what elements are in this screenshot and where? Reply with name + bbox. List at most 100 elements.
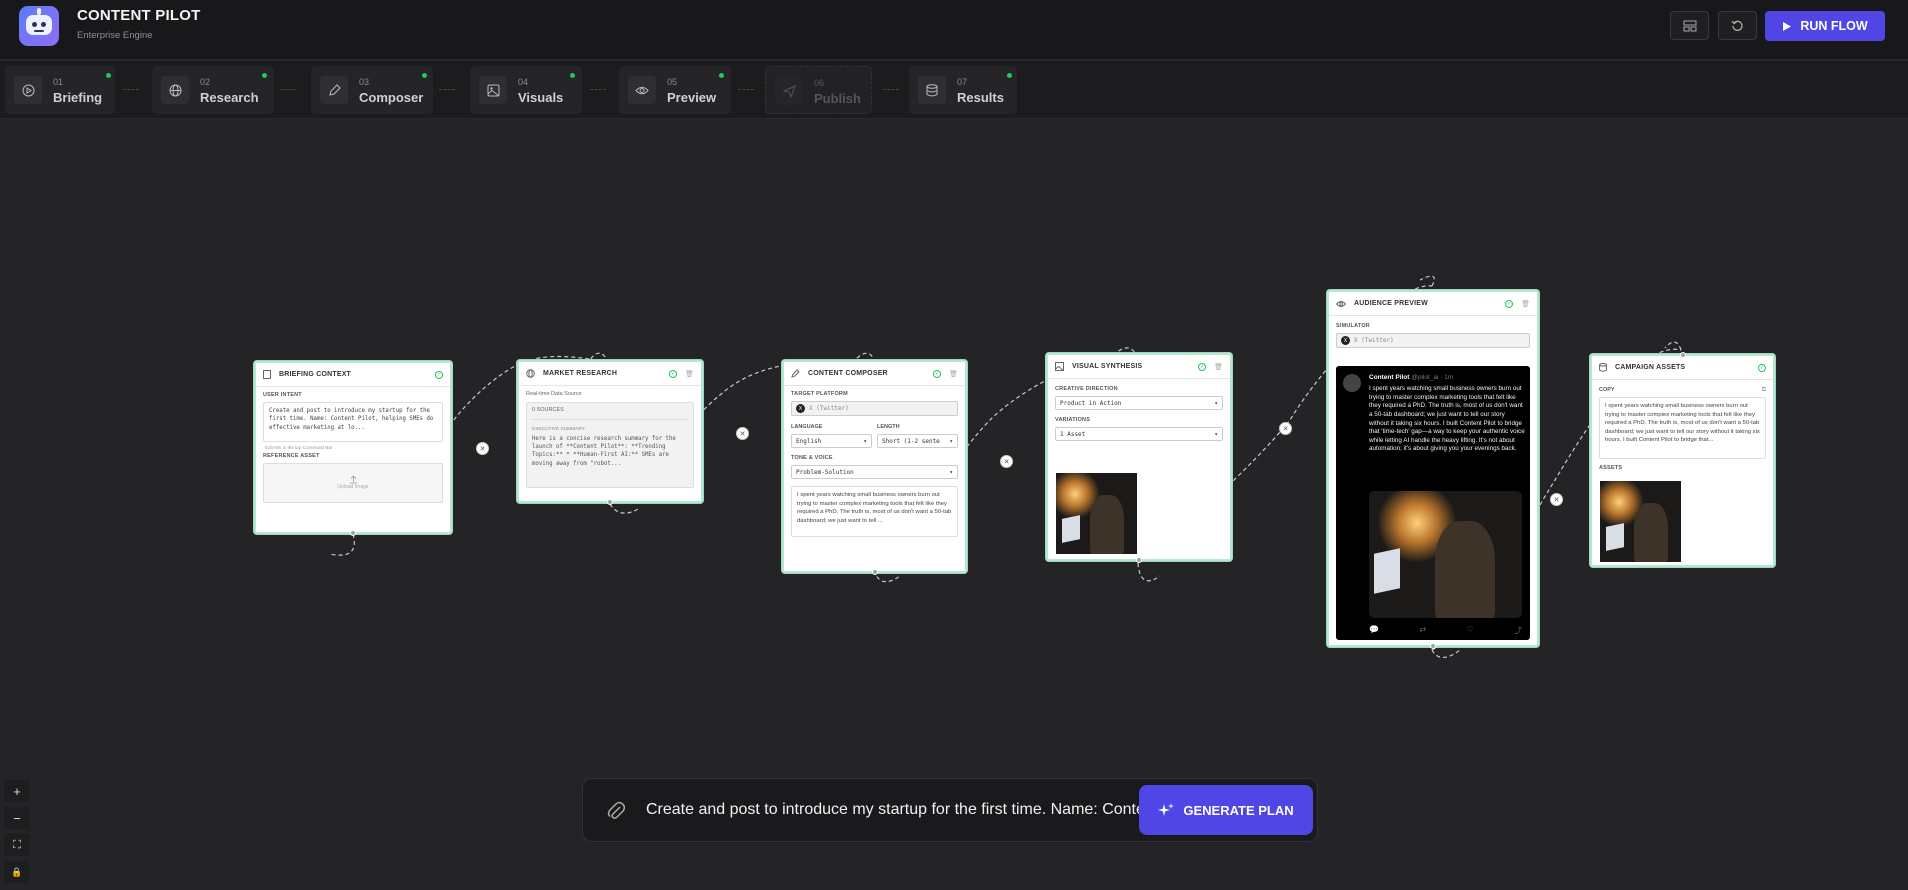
zoom-out-button[interactable]: − bbox=[4, 807, 30, 829]
avatar bbox=[1343, 374, 1361, 392]
node-audience-preview[interactable]: AUDIENCE PREVIEW ✓ 🗑 SIMULATOR X X (Twit… bbox=[1327, 290, 1539, 649]
tweet-handle: @pilot_ai · 1m bbox=[1411, 374, 1454, 381]
reset-button[interactable] bbox=[1718, 11, 1757, 40]
upload-icon bbox=[349, 475, 357, 484]
output-handle[interactable] bbox=[872, 569, 878, 575]
share-icon[interactable]: ⤴ bbox=[1514, 625, 1522, 636]
step-number: 05 bbox=[667, 77, 678, 87]
chevron-down-icon: ▾ bbox=[863, 437, 867, 445]
step-research[interactable]: 02 Research bbox=[152, 66, 274, 114]
image-icon bbox=[1055, 362, 1064, 371]
status-dot bbox=[570, 73, 575, 78]
node-title: VISUAL SYNTHESIS bbox=[1072, 363, 1143, 370]
step-publish: 06 Publish bbox=[765, 66, 872, 114]
copy-text: I spent years watching small business ow… bbox=[1599, 397, 1766, 459]
step-visuals[interactable]: 04 Visuals bbox=[470, 66, 582, 114]
node-title: MARKET RESEARCH bbox=[543, 370, 618, 377]
node-visual-synthesis[interactable]: VISUAL SYNTHESIS ✓ 🗑 CREATIVE DIRECTION … bbox=[1046, 353, 1232, 563]
check-icon: ✓ bbox=[1198, 362, 1207, 371]
node-content-composer[interactable]: CONTENT COMPOSER ✓ 🗑 TARGET PLATFORM X X… bbox=[782, 360, 967, 575]
eye-icon bbox=[628, 76, 656, 104]
node-briefing-context[interactable]: BRIEFING CONTEXT ✓ USER INTENT Create an… bbox=[254, 361, 452, 536]
step-composer[interactable]: 03 Composer bbox=[311, 66, 433, 114]
run-flow-button[interactable]: RUN FLOW bbox=[1765, 11, 1885, 41]
copy-icon[interactable]: ⧉ bbox=[1762, 387, 1766, 394]
language-select[interactable]: English ▾ bbox=[791, 434, 872, 448]
output-handle[interactable] bbox=[1430, 643, 1436, 649]
generate-plan-button[interactable]: GENERATE PLAN bbox=[1139, 785, 1313, 835]
layout-button[interactable] bbox=[1670, 11, 1709, 40]
data-source-label: Real-time Data Source bbox=[526, 391, 582, 397]
step-label: Visuals bbox=[518, 90, 564, 105]
step-number: 03 bbox=[359, 77, 370, 87]
step-label: Research bbox=[200, 90, 259, 105]
assets-label: ASSETS bbox=[1599, 465, 1623, 471]
node-header: BRIEFING CONTEXT ✓ bbox=[256, 363, 450, 387]
zoom-in-button[interactable]: + bbox=[4, 780, 30, 802]
node-market-research[interactable]: MARKET RESEARCH ✓ 🗑 Real-time Data Sourc… bbox=[517, 360, 703, 505]
play-icon bbox=[1783, 21, 1792, 31]
node-header: MARKET RESEARCH ✓ 🗑 bbox=[519, 362, 701, 386]
edge-delete-button[interactable]: ✕ bbox=[1000, 455, 1013, 468]
command-input[interactable]: Create and post to introduce my startup … bbox=[646, 801, 1202, 819]
retweet-icon[interactable]: ⇄ bbox=[1419, 625, 1426, 636]
generated-image[interactable] bbox=[1056, 473, 1137, 554]
check-icon: ✓ bbox=[1505, 299, 1514, 308]
output-handle[interactable] bbox=[607, 499, 613, 505]
pen-icon bbox=[791, 369, 800, 378]
step-arrow bbox=[883, 89, 899, 90]
platform-label: TARGET PLATFORM bbox=[791, 391, 848, 397]
check-icon: ✓ bbox=[669, 369, 678, 378]
step-number: 04 bbox=[518, 77, 529, 87]
asset-image[interactable] bbox=[1600, 481, 1681, 562]
reply-icon[interactable]: 💬 bbox=[1369, 625, 1379, 636]
creative-direction-select[interactable]: Product in Action ▾ bbox=[1055, 396, 1223, 410]
chevron-down-icon: ▾ bbox=[1214, 399, 1218, 407]
step-number: 01 bbox=[53, 77, 64, 87]
edge-delete-button[interactable]: ✕ bbox=[1550, 493, 1563, 506]
flow-canvas[interactable]: ✕ ✕ ✕ ✕ ✕ BRIEFING CONTEXT ✓ USER INTENT… bbox=[0, 120, 1908, 890]
chevron-down-icon: ▾ bbox=[949, 437, 953, 445]
draft-textarea[interactable]: I spent years watching small business ow… bbox=[791, 486, 958, 537]
command-bar: Create and post to introduce my startup … bbox=[582, 778, 1318, 842]
fit-view-button[interactable]: ⛶ bbox=[4, 834, 30, 856]
variations-select[interactable]: 1 Asset ▾ bbox=[1055, 427, 1223, 441]
check-icon: ✓ bbox=[933, 369, 942, 378]
upload-label: Upload Image bbox=[337, 483, 369, 490]
trash-icon[interactable]: 🗑 bbox=[949, 370, 958, 378]
output-handle[interactable] bbox=[1136, 557, 1142, 563]
tone-label: TONE & VOICE bbox=[791, 455, 833, 461]
length-select[interactable]: Short (1-2 sente ▾ bbox=[877, 434, 958, 448]
output-handle[interactable] bbox=[350, 530, 356, 536]
trash-icon[interactable]: 🗑 bbox=[1214, 363, 1223, 371]
like-icon[interactable]: ♡ bbox=[1466, 625, 1473, 636]
lock-button[interactable]: 🔒 bbox=[4, 861, 30, 883]
input-handle[interactable] bbox=[1680, 352, 1686, 358]
paperclip-icon[interactable] bbox=[607, 801, 625, 821]
play-icon bbox=[14, 76, 42, 104]
node-campaign-assets[interactable]: CAMPAIGN ASSETS ✓ COPY ⧉ I spent years w… bbox=[1590, 352, 1775, 567]
edge-delete-button[interactable]: ✕ bbox=[476, 442, 489, 455]
database-icon bbox=[918, 76, 946, 104]
trash-icon[interactable]: 🗑 bbox=[685, 370, 694, 378]
globe-icon bbox=[161, 76, 189, 104]
edge-delete-button[interactable]: ✕ bbox=[736, 427, 749, 440]
platform-field[interactable]: X X (Twitter) bbox=[791, 401, 958, 416]
step-preview[interactable]: 05 Preview bbox=[619, 66, 731, 114]
upload-image-dropzone[interactable]: Upload Image bbox=[263, 463, 443, 503]
globe-icon bbox=[526, 369, 535, 378]
step-briefing[interactable]: 01 Briefing bbox=[5, 66, 115, 114]
step-arrow bbox=[590, 89, 606, 90]
edge-delete-button[interactable]: ✕ bbox=[1279, 422, 1292, 435]
trash-icon[interactable]: 🗑 bbox=[1521, 300, 1530, 308]
step-results[interactable]: 07 Results bbox=[909, 66, 1017, 114]
user-intent-field[interactable]: Create and post to introduce my startup … bbox=[263, 402, 443, 442]
simulator-field[interactable]: X X (Twitter) bbox=[1336, 333, 1530, 348]
step-arrow bbox=[738, 89, 754, 90]
status-dot bbox=[106, 73, 111, 78]
top-bar: CONTENT PILOT Enterprise Engine RUN FLOW bbox=[0, 0, 1908, 60]
creative-direction-label: CREATIVE DIRECTION bbox=[1055, 386, 1118, 392]
tone-select[interactable]: Problem-Solution ▾ bbox=[791, 465, 958, 479]
database-icon bbox=[1599, 363, 1607, 372]
x-logo-icon: X bbox=[796, 404, 805, 413]
